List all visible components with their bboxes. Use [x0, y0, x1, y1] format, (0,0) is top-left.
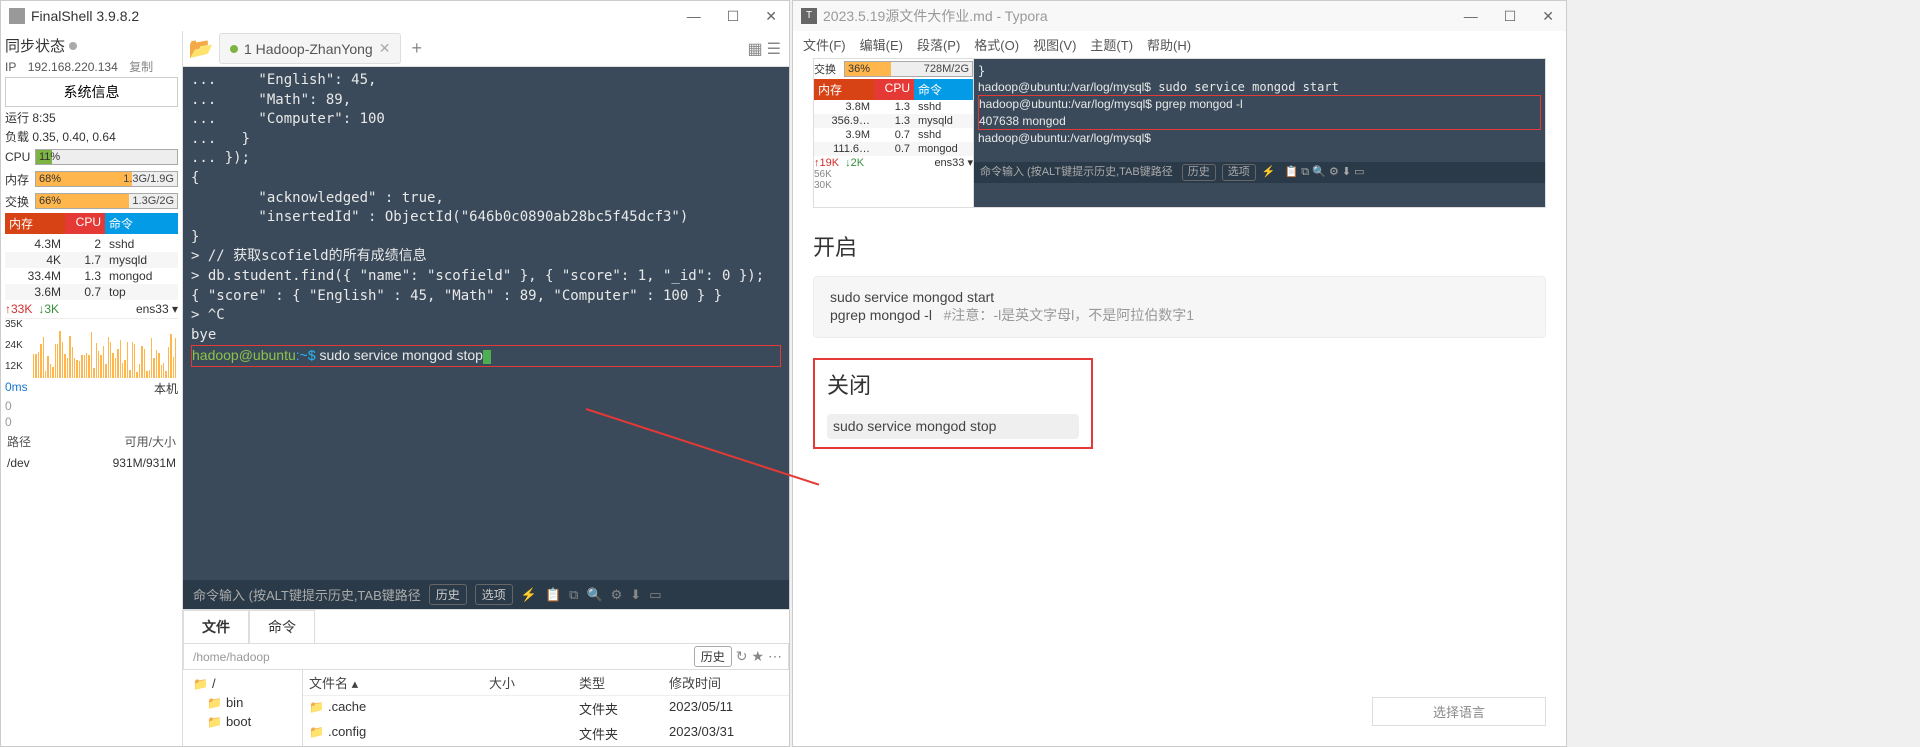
disk-size: 931M/931M [113, 456, 176, 470]
list-item[interactable]: .config文件夹2023/03/31 [303, 721, 789, 746]
system-info-button[interactable]: 系统信息 [5, 77, 178, 107]
bookmark-icon[interactable]: ★ [751, 648, 764, 665]
proc-head-cpu[interactable]: CPU [65, 213, 105, 234]
swap-val: 1.3G/2G [132, 195, 174, 207]
file-col-name[interactable]: 文件名 ▴ [303, 670, 483, 695]
close-section-frame: 关闭 sudo service mongod stop [813, 358, 1093, 449]
net-down: ↓3K [38, 302, 59, 316]
menu-paragraph[interactable]: 段落(P) [917, 35, 960, 54]
code-block-start[interactable]: sudo service mongod start pgrep mongod -… [813, 276, 1546, 338]
file-tab[interactable]: 文件 [183, 610, 249, 643]
swap-pct: 66% [39, 195, 61, 207]
maximize-button[interactable]: ☐ [723, 6, 744, 27]
menu-file[interactable]: 文件(F) [803, 35, 846, 54]
language-selector[interactable]: 选择语言 [1372, 697, 1546, 726]
cpu-label: CPU [5, 150, 33, 164]
bolt-icon[interactable]: ⚡ [521, 587, 537, 603]
list-item[interactable]: .cache文件夹2023/05/11 [303, 696, 789, 721]
tree-item[interactable]: bin [187, 693, 298, 712]
add-tab-button[interactable]: + [401, 34, 432, 63]
grid-icon[interactable]: ▦ [748, 39, 763, 59]
tab-label: 1 Hadoop-ZhanYong [244, 41, 373, 57]
tree-root[interactable]: / [187, 674, 298, 693]
menu-view[interactable]: 视图(V) [1033, 35, 1076, 54]
file-tree[interactable]: / bin boot [183, 670, 303, 746]
fullscreen-icon[interactable]: ▭ [649, 587, 661, 603]
proc-head-cmd[interactable]: 命令 [105, 213, 178, 234]
menu-theme[interactable]: 主题(T) [1090, 35, 1133, 54]
menu-help[interactable]: 帮助(H) [1147, 35, 1191, 54]
menu-edit[interactable]: 编辑(E) [860, 35, 903, 54]
gear-icon[interactable]: ⚙ [611, 587, 623, 603]
disk-path: /dev [7, 456, 30, 470]
host-label[interactable]: 本机 [154, 380, 178, 397]
zero2: 0 [5, 415, 178, 429]
sync-label: 同步状态 [5, 35, 65, 56]
file-col-size[interactable]: 大小 [483, 670, 573, 695]
net-chart: 35K24K12K [5, 318, 178, 378]
connection-tab[interactable]: 1 Hadoop-ZhanYong ✕ [219, 33, 401, 64]
close-button[interactable]: ✕ [761, 6, 781, 27]
path-input[interactable]: /home/hadoop [190, 647, 690, 667]
table-row[interactable]: 4K1.7mysqld [5, 252, 178, 268]
proc-head-mem[interactable]: 内存 [5, 213, 65, 234]
clipboard-icon[interactable]: 📋 [545, 587, 561, 603]
more-icon[interactable]: ⋯ [768, 648, 782, 665]
connected-dot-icon [230, 45, 238, 53]
heading-start[interactable]: 开启 [813, 230, 1546, 262]
maximize-button[interactable]: ☐ [1500, 6, 1521, 27]
net-up: ↑33K [5, 302, 32, 316]
menu-format[interactable]: 格式(O) [974, 35, 1019, 54]
ip-label: IP [5, 60, 16, 74]
minimize-button[interactable]: — [1460, 6, 1482, 27]
heading-stop[interactable]: 关闭 [827, 368, 1079, 400]
disk-head-path: 路径 [7, 433, 31, 450]
cpu-pct: 11% [39, 151, 60, 163]
mem-pct: 68% [39, 173, 61, 185]
path-history-button[interactable]: 历史 [694, 646, 732, 667]
status-dot-icon [69, 42, 77, 50]
history-button[interactable]: 历史 [429, 584, 467, 605]
mem-val: 1.3G/1.9G [123, 173, 174, 185]
swap-label: 交换 [5, 193, 33, 210]
table-row[interactable]: 4.3M2sshd [5, 236, 178, 252]
code-block-stop[interactable]: sudo service mongod stop [827, 414, 1079, 439]
zero1: 0 [5, 399, 178, 413]
terminal[interactable]: ... "English": 45, ... "Math": 89, ... "… [183, 67, 789, 580]
ip-value: 192.168.220.134 [28, 60, 118, 74]
tab-close-icon[interactable]: ✕ [379, 40, 391, 57]
options-button[interactable]: 选项 [475, 584, 513, 605]
file-col-type[interactable]: 类型 [573, 670, 663, 695]
uptime-text: 运行 8:35 [5, 109, 178, 126]
command-tab[interactable]: 命令 [249, 610, 315, 643]
minimize-button[interactable]: — [683, 6, 705, 27]
embedded-screenshot: 交换36%728M/2G 内存CPU命令 3.8M1.3sshd356.9…1.… [813, 58, 1546, 208]
latency: 0ms [5, 380, 28, 397]
cmd-hint: 命令输入 (按ALT键提示历史,TAB键路径 [193, 585, 421, 604]
table-row[interactable]: 3.6M0.7top [5, 284, 178, 300]
tree-item[interactable]: boot [187, 712, 298, 731]
typora-title: 2023.5.19源文件大作业.md - Typora [823, 6, 1460, 26]
close-button[interactable]: ✕ [1538, 6, 1558, 27]
net-interface[interactable]: ens33 ▾ [136, 302, 178, 316]
copy-link[interactable]: 复制 [129, 58, 153, 75]
table-row[interactable]: 33.4M1.3mongod [5, 268, 178, 284]
file-col-mtime[interactable]: 修改时间 [663, 670, 783, 695]
mem-label: 内存 [5, 171, 33, 188]
download-icon[interactable]: ⬇ [630, 587, 641, 603]
typora-icon: T [801, 8, 817, 24]
folder-open-icon[interactable]: 📂 [189, 37, 213, 61]
copy-icon[interactable]: ⧉ [569, 587, 578, 603]
app-icon [9, 8, 25, 24]
list-icon[interactable]: ☰ [767, 39, 781, 59]
load-text: 负载 0.35, 0.40, 0.64 [5, 128, 178, 145]
search-icon[interactable]: 🔍 [586, 587, 602, 603]
window-title: FinalShell 3.9.8.2 [31, 8, 683, 24]
disk-head-size: 可用/大小 [125, 433, 176, 450]
command-input-bar[interactable]: 命令输入 (按ALT键提示历史,TAB键路径 历史 选项 ⚡ 📋 ⧉ 🔍 ⚙ ⬇… [183, 580, 789, 609]
refresh-icon[interactable]: ↻ [736, 648, 748, 665]
